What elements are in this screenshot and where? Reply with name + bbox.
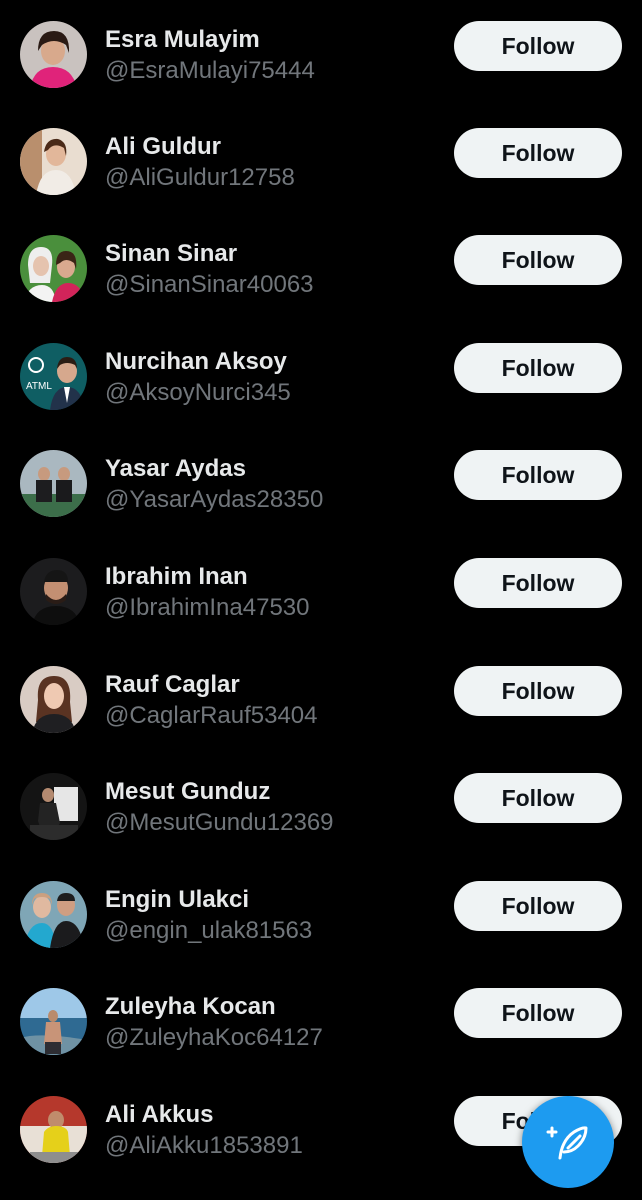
user-row[interactable]: Sinan Sinar @SinanSinar40063 Follow bbox=[0, 214, 642, 314]
follow-button[interactable]: Follow bbox=[454, 235, 622, 285]
follow-button[interactable]: Follow bbox=[454, 450, 622, 500]
user-name[interactable]: Ali Akkus bbox=[105, 1101, 213, 1129]
avatar[interactable] bbox=[20, 235, 87, 302]
user-handle[interactable]: @AliGuldur12758 bbox=[105, 164, 295, 192]
avatar[interactable] bbox=[20, 450, 87, 517]
user-row[interactable]: Mesut Gunduz @MesutGundu12369 Follow bbox=[0, 752, 642, 852]
user-handle[interactable]: @YasarAydas28350 bbox=[105, 486, 323, 514]
follow-button[interactable]: Follow bbox=[454, 343, 622, 393]
user-name[interactable]: Ali Guldur bbox=[105, 133, 221, 161]
follow-button[interactable]: Follow bbox=[454, 666, 622, 716]
user-handle[interactable]: @IbrahimIna47530 bbox=[105, 594, 310, 622]
avatar[interactable] bbox=[20, 128, 87, 195]
user-name[interactable]: Esra Mulayim bbox=[105, 26, 260, 54]
follow-button[interactable]: Follow bbox=[454, 558, 622, 608]
user-name[interactable]: Rauf Caglar bbox=[105, 671, 240, 699]
user-row[interactable]: Ali Guldur @AliGuldur12758 Follow bbox=[0, 107, 642, 207]
user-name[interactable]: Yasar Aydas bbox=[105, 455, 246, 483]
avatar[interactable] bbox=[20, 21, 87, 88]
avatar[interactable] bbox=[20, 558, 87, 625]
compose-post-icon bbox=[546, 1126, 588, 1160]
user-handle[interactable]: @ZuleyhaKoc64127 bbox=[105, 1024, 323, 1052]
compose-post-button[interactable] bbox=[522, 1096, 614, 1188]
user-row[interactable]: Ibrahim Inan @IbrahimIna47530 Follow bbox=[0, 537, 642, 637]
avatar[interactable] bbox=[20, 988, 87, 1055]
user-name[interactable]: Sinan Sinar bbox=[105, 240, 237, 268]
user-handle[interactable]: @SinanSinar40063 bbox=[105, 271, 314, 299]
user-handle[interactable]: @EsraMulayi75444 bbox=[105, 57, 315, 85]
user-name[interactable]: Nurcihan Aksoy bbox=[105, 348, 287, 376]
avatar[interactable] bbox=[20, 773, 87, 840]
user-row[interactable]: Zuleyha Kocan @ZuleyhaKoc64127 Follow bbox=[0, 967, 642, 1067]
user-row[interactable]: Esra Mulayim @EsraMulayi75444 Follow bbox=[0, 0, 642, 100]
user-row[interactable]: Rauf Caglar @CaglarRauf53404 Follow bbox=[0, 645, 642, 745]
user-name[interactable]: Mesut Gunduz bbox=[105, 778, 270, 806]
user-name[interactable]: Engin Ulakci bbox=[105, 886, 249, 914]
user-handle[interactable]: @engin_ulak81563 bbox=[105, 917, 312, 945]
user-handle[interactable]: @MesutGundu12369 bbox=[105, 809, 334, 837]
user-handle[interactable]: @AliAkku1853891 bbox=[105, 1132, 303, 1160]
user-row[interactable]: Engin Ulakci @engin_ulak81563 Follow bbox=[0, 860, 642, 960]
user-row[interactable]: ATML Nurcihan Aksoy @AksoyNurci345 Follo… bbox=[0, 322, 642, 422]
user-name[interactable]: Ibrahim Inan bbox=[105, 563, 248, 591]
follow-button[interactable]: Follow bbox=[454, 988, 622, 1038]
user-name[interactable]: Zuleyha Kocan bbox=[105, 993, 276, 1021]
svg-text:ATML: ATML bbox=[26, 381, 52, 392]
follow-button[interactable]: Follow bbox=[454, 773, 622, 823]
avatar[interactable] bbox=[20, 666, 87, 733]
user-handle[interactable]: @CaglarRauf53404 bbox=[105, 702, 318, 730]
avatar[interactable] bbox=[20, 881, 87, 948]
avatar[interactable]: ATML bbox=[20, 343, 87, 410]
user-handle[interactable]: @AksoyNurci345 bbox=[105, 379, 291, 407]
avatar[interactable] bbox=[20, 1096, 87, 1163]
follow-button[interactable]: Follow bbox=[454, 21, 622, 71]
user-row[interactable]: Yasar Aydas @YasarAydas28350 Follow bbox=[0, 429, 642, 529]
follow-button[interactable]: Follow bbox=[454, 128, 622, 178]
follow-button[interactable]: Follow bbox=[454, 881, 622, 931]
